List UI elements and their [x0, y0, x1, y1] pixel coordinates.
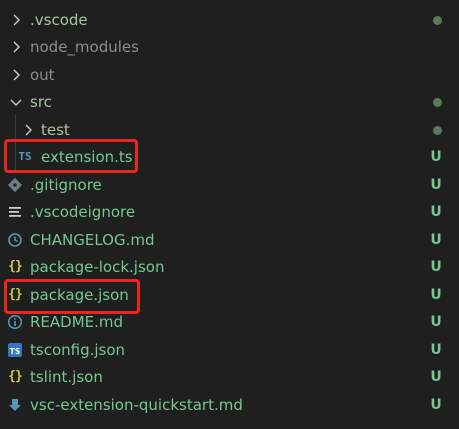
status-dot — [433, 16, 442, 25]
chevron-down-icon[interactable] — [9, 95, 23, 109]
chevron-right-icon[interactable] — [9, 13, 23, 27]
chevron-right-icon[interactable] — [21, 123, 35, 137]
git-status-untracked: U — [430, 397, 442, 413]
tree-folder-vscode[interactable]: .vscode — [0, 7, 459, 34]
git-status-untracked: U — [430, 259, 442, 275]
tree-file-quickstart[interactable]: vsc-extension-quickstart.md U — [0, 392, 459, 419]
tree-folder-src[interactable]: src — [0, 89, 459, 116]
tree-file-tslint[interactable]: {} tslint.json U — [0, 364, 459, 391]
clock-file-icon — [8, 233, 22, 247]
tree-label: .vscode — [30, 11, 88, 29]
highlight-box-extension-ts — [4, 139, 138, 173]
highlight-box-package-json — [4, 279, 140, 314]
tree-label: tslint.json — [30, 368, 103, 386]
tsconfig-file-icon: TS — [8, 343, 22, 357]
tree-label: .vscodeignore — [30, 203, 136, 221]
git-status-untracked: U — [430, 149, 442, 165]
tree-file-vscodeignore[interactable]: .vscodeignore U — [0, 199, 459, 226]
tree-file-tsconfig[interactable]: TS tsconfig.json U — [0, 337, 459, 364]
tree-label: CHANGELOG.md — [30, 231, 155, 249]
git-status-untracked: U — [430, 287, 442, 303]
tree-file-gitignore[interactable]: .gitignore U — [0, 172, 459, 199]
download-file-icon — [9, 399, 21, 411]
tree-folder-out[interactable]: out — [0, 62, 459, 89]
tree-file-changelog[interactable]: CHANGELOG.md U — [0, 227, 459, 254]
tree-folder-node-modules[interactable]: node_modules — [0, 34, 459, 61]
svg-text:TS: TS — [10, 347, 21, 356]
tree-label: out — [30, 66, 55, 84]
tree-label: node_modules — [30, 38, 139, 56]
tree-file-package-lock[interactable]: {} package-lock.json U — [0, 254, 459, 281]
chevron-right-icon[interactable] — [9, 68, 23, 82]
tree-label: src — [30, 93, 52, 111]
status-dot — [433, 126, 442, 135]
git-status-untracked: U — [430, 314, 442, 330]
tree-label: package-lock.json — [30, 258, 165, 276]
json-file-icon: {} — [8, 369, 23, 384]
file-explorer: . .vscode node_modules out src — [0, 0, 459, 429]
tree-label: vsc-extension-quickstart.md — [30, 396, 243, 414]
info-file-icon — [7, 314, 23, 330]
git-status-untracked: U — [430, 232, 442, 248]
git-file-icon — [7, 177, 23, 193]
lines-file-icon — [9, 207, 21, 217]
tree-label: .gitignore — [30, 176, 102, 194]
git-status-untracked: U — [430, 204, 442, 220]
git-status-untracked: U — [430, 369, 442, 385]
status-dot — [433, 98, 442, 107]
tree-label: tsconfig.json — [30, 341, 126, 359]
git-status-untracked: U — [430, 177, 442, 193]
chevron-right-icon[interactable] — [9, 40, 23, 54]
git-status-untracked: U — [430, 342, 442, 358]
json-file-icon: {} — [8, 259, 23, 274]
